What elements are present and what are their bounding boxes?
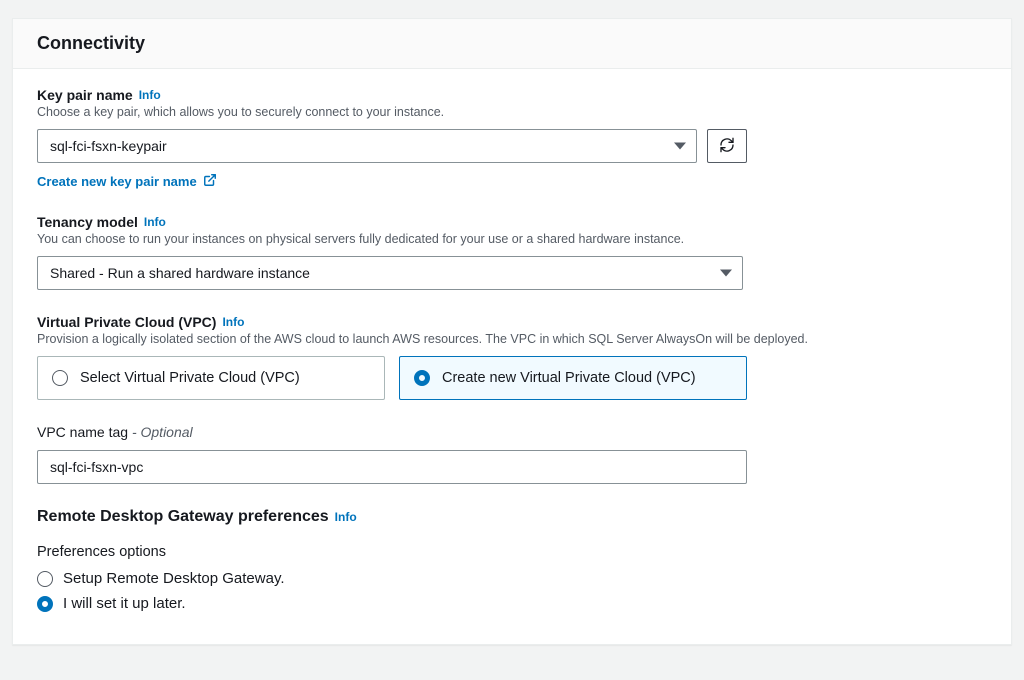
- radio-icon: [37, 571, 53, 587]
- radio-icon: [414, 370, 430, 386]
- tenancy-info-link[interactable]: Info: [144, 215, 166, 229]
- rdg-preferences-group: Preferences options Setup Remote Desktop…: [37, 544, 987, 612]
- rdg-group-label: Preferences options: [37, 544, 987, 560]
- radio-icon: [52, 370, 68, 386]
- keypair-select[interactable]: sql-fci-fsxn-keypair: [37, 129, 697, 163]
- rdg-option-later[interactable]: I will set it up later.: [37, 595, 987, 612]
- rdg-section: Remote Desktop Gateway preferences Info …: [37, 508, 987, 612]
- tenancy-help: You can choose to run your instances on …: [37, 232, 757, 246]
- keypair-select-value: sql-fci-fsxn-keypair: [50, 138, 167, 154]
- panel-body: Key pair name Info Choose a key pair, wh…: [13, 69, 1011, 644]
- radio-icon: [37, 596, 53, 612]
- rdg-option-later-label: I will set it up later.: [63, 595, 186, 612]
- vpc-name-input[interactable]: [37, 450, 747, 484]
- rdg-option-setup[interactable]: Setup Remote Desktop Gateway.: [37, 570, 987, 587]
- vpc-option-create-label: Create new Virtual Private Cloud (VPC): [442, 370, 696, 386]
- panel-title: Connectivity: [37, 33, 987, 54]
- tenancy-select-value: Shared - Run a shared hardware instance: [50, 265, 310, 281]
- tenancy-label: Tenancy model: [37, 214, 138, 230]
- keypair-field: Key pair name Info Choose a key pair, wh…: [37, 87, 797, 190]
- keypair-help: Choose a key pair, which allows you to s…: [37, 105, 797, 119]
- vpc-field: Virtual Private Cloud (VPC) Info Provisi…: [37, 314, 987, 400]
- caret-down-icon: [674, 143, 686, 150]
- vpc-label: Virtual Private Cloud (VPC): [37, 314, 216, 330]
- keypair-label: Key pair name: [37, 87, 133, 103]
- tenancy-select[interactable]: Shared - Run a shared hardware instance: [37, 256, 743, 290]
- tenancy-field: Tenancy model Info You can choose to run…: [37, 214, 757, 290]
- caret-down-icon: [720, 270, 732, 277]
- connectivity-panel: Connectivity Key pair name Info Choose a…: [12, 18, 1012, 645]
- vpc-info-link[interactable]: Info: [222, 315, 244, 329]
- rdg-option-setup-label: Setup Remote Desktop Gateway.: [63, 570, 285, 587]
- create-keypair-link[interactable]: Create new key pair name: [37, 173, 217, 190]
- external-link-icon: [203, 173, 217, 190]
- vpc-name-optional: - Optional: [128, 424, 193, 440]
- create-keypair-link-label: Create new key pair name: [37, 174, 197, 189]
- rdg-info-link[interactable]: Info: [335, 510, 357, 524]
- vpc-name-field: VPC name tag - Optional: [37, 424, 747, 484]
- keypair-info-link[interactable]: Info: [139, 88, 161, 102]
- vpc-option-create-new[interactable]: Create new Virtual Private Cloud (VPC): [399, 356, 747, 400]
- rdg-heading: Remote Desktop Gateway preferences: [37, 508, 329, 526]
- vpc-option-select-existing[interactable]: Select Virtual Private Cloud (VPC): [37, 356, 385, 400]
- vpc-option-select-label: Select Virtual Private Cloud (VPC): [80, 370, 300, 386]
- panel-header: Connectivity: [13, 19, 1011, 69]
- vpc-name-label: VPC name tag: [37, 424, 128, 440]
- vpc-help: Provision a logically isolated section o…: [37, 332, 987, 346]
- refresh-icon: [719, 137, 735, 156]
- refresh-button[interactable]: [707, 129, 747, 163]
